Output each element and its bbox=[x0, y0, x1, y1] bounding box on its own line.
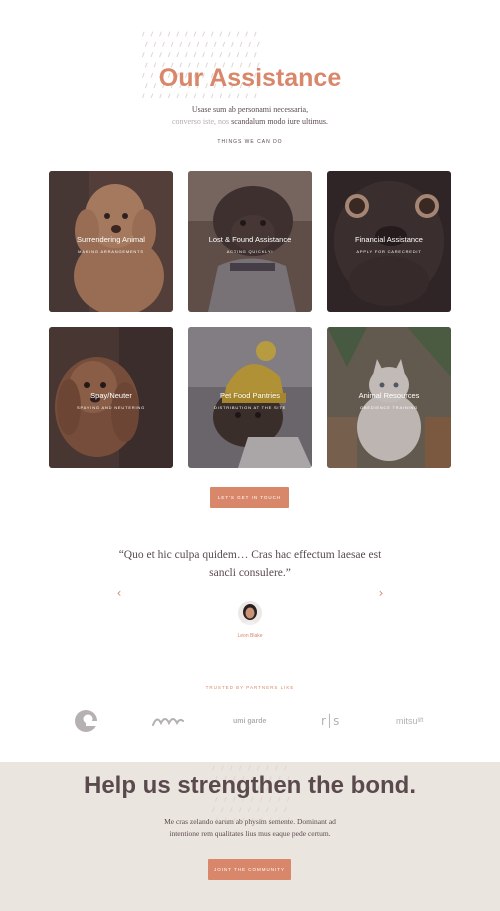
umi-logo-text: umi garde bbox=[233, 717, 267, 725]
get-in-touch-button[interactable]: LET'S GET IN TOUCH bbox=[210, 487, 289, 508]
hero-subtitle-muted: converso iste, nos bbox=[172, 117, 230, 126]
band-text-line2: intentione rem qualitates lius mus eaque… bbox=[169, 829, 331, 838]
chevron-left-icon[interactable]: ‹ bbox=[112, 585, 126, 601]
hero-subtitle-rest: scandalum modo iure ultimus. bbox=[229, 117, 328, 126]
card-pet-food[interactable]: Pet Food Pantries DISTRIBUTION AT THE SI… bbox=[188, 327, 312, 468]
mitsu-logo-text: mitsu bbox=[396, 716, 418, 726]
band-title: Help us strengthen the bond. bbox=[83, 772, 416, 799]
card-subtitle: MAKING ARRANGEMENTS bbox=[78, 249, 144, 254]
card-subtitle: DISTRIBUTION AT THE SITE bbox=[213, 405, 287, 410]
author-photo bbox=[238, 601, 262, 625]
card-subtitle: SPAYING AND NEUTERING bbox=[77, 405, 145, 410]
hero-subtitle: Usase sum ab personami necessaria, conve… bbox=[0, 104, 500, 128]
rs-logo: r│s bbox=[321, 706, 339, 736]
community-band: Help us strengthen the bond. Me cras zel… bbox=[0, 762, 500, 911]
band-text: Me cras zelando earum ab physim semente.… bbox=[0, 816, 500, 840]
c-logo bbox=[74, 706, 98, 736]
mitsu-logo: mitsu lift bbox=[396, 706, 424, 736]
section-eyebrow: THINGS WE CAN DO bbox=[217, 139, 283, 145]
rs-logo-text: r│s bbox=[321, 714, 340, 728]
umi-logo: umi garde bbox=[233, 706, 267, 736]
card-subtitle: OBEDIENCE TRAINING bbox=[359, 405, 419, 410]
wave-logo bbox=[152, 706, 184, 736]
card-title: Pet Food Pantries bbox=[219, 391, 281, 400]
partners-label: TRUSTED BY PARTNERS LIKE bbox=[205, 685, 295, 690]
testimonial-author: Leon Blake bbox=[237, 633, 263, 639]
join-community-button[interactable]: JOINT THE COMMUNITY bbox=[208, 859, 291, 880]
hero-subtitle-line1: Usase sum ab personami necessaria, bbox=[191, 105, 309, 114]
card-subtitle: ACTING QUICKLY! bbox=[226, 249, 274, 254]
card-title: Spay/Neuter bbox=[90, 391, 132, 400]
avatar bbox=[238, 601, 262, 625]
band-text-line1: Me cras zelando earum ab physim semente.… bbox=[164, 817, 336, 826]
card-title: Financial Assistance bbox=[355, 235, 423, 244]
c-logo-mark bbox=[75, 710, 98, 732]
partner-logos: umi garde r│s mitsu lift bbox=[0, 706, 500, 736]
card-title: Lost & Found Assistance bbox=[208, 235, 292, 244]
wave-logo-mark bbox=[152, 718, 184, 726]
mitsu-logo-sup: lift bbox=[417, 718, 424, 724]
card-title: Surrendering Animal bbox=[77, 235, 145, 244]
testimonial-quote: “Quo et hic culpa quidem… Cras hac effec… bbox=[118, 549, 382, 579]
card-animal-resources[interactable]: Animal Resources OBEDIENCE TRAINING bbox=[327, 327, 451, 468]
card-spay-neuter[interactable]: Spay/Neuter SPAYING AND NEUTERING bbox=[49, 327, 173, 468]
page-title: Our Assistance bbox=[158, 64, 342, 92]
card-subtitle: APPLY FOR CARECREDIT bbox=[356, 249, 422, 254]
card-financial[interactable]: Financial Assistance APPLY FOR CARECREDI… bbox=[327, 171, 451, 312]
card-lost-found[interactable]: Lost & Found Assistance ACTING QUICKLY! bbox=[188, 171, 312, 312]
hero-section: Our Assistance Usase sum ab personami ne… bbox=[0, 0, 500, 170]
chevron-right-icon[interactable]: › bbox=[374, 585, 388, 601]
card-surrendering-animal[interactable]: Surrendering Animal MAKING ARRANGEMENTS bbox=[49, 171, 173, 312]
card-title: Animal Resources bbox=[358, 391, 420, 400]
